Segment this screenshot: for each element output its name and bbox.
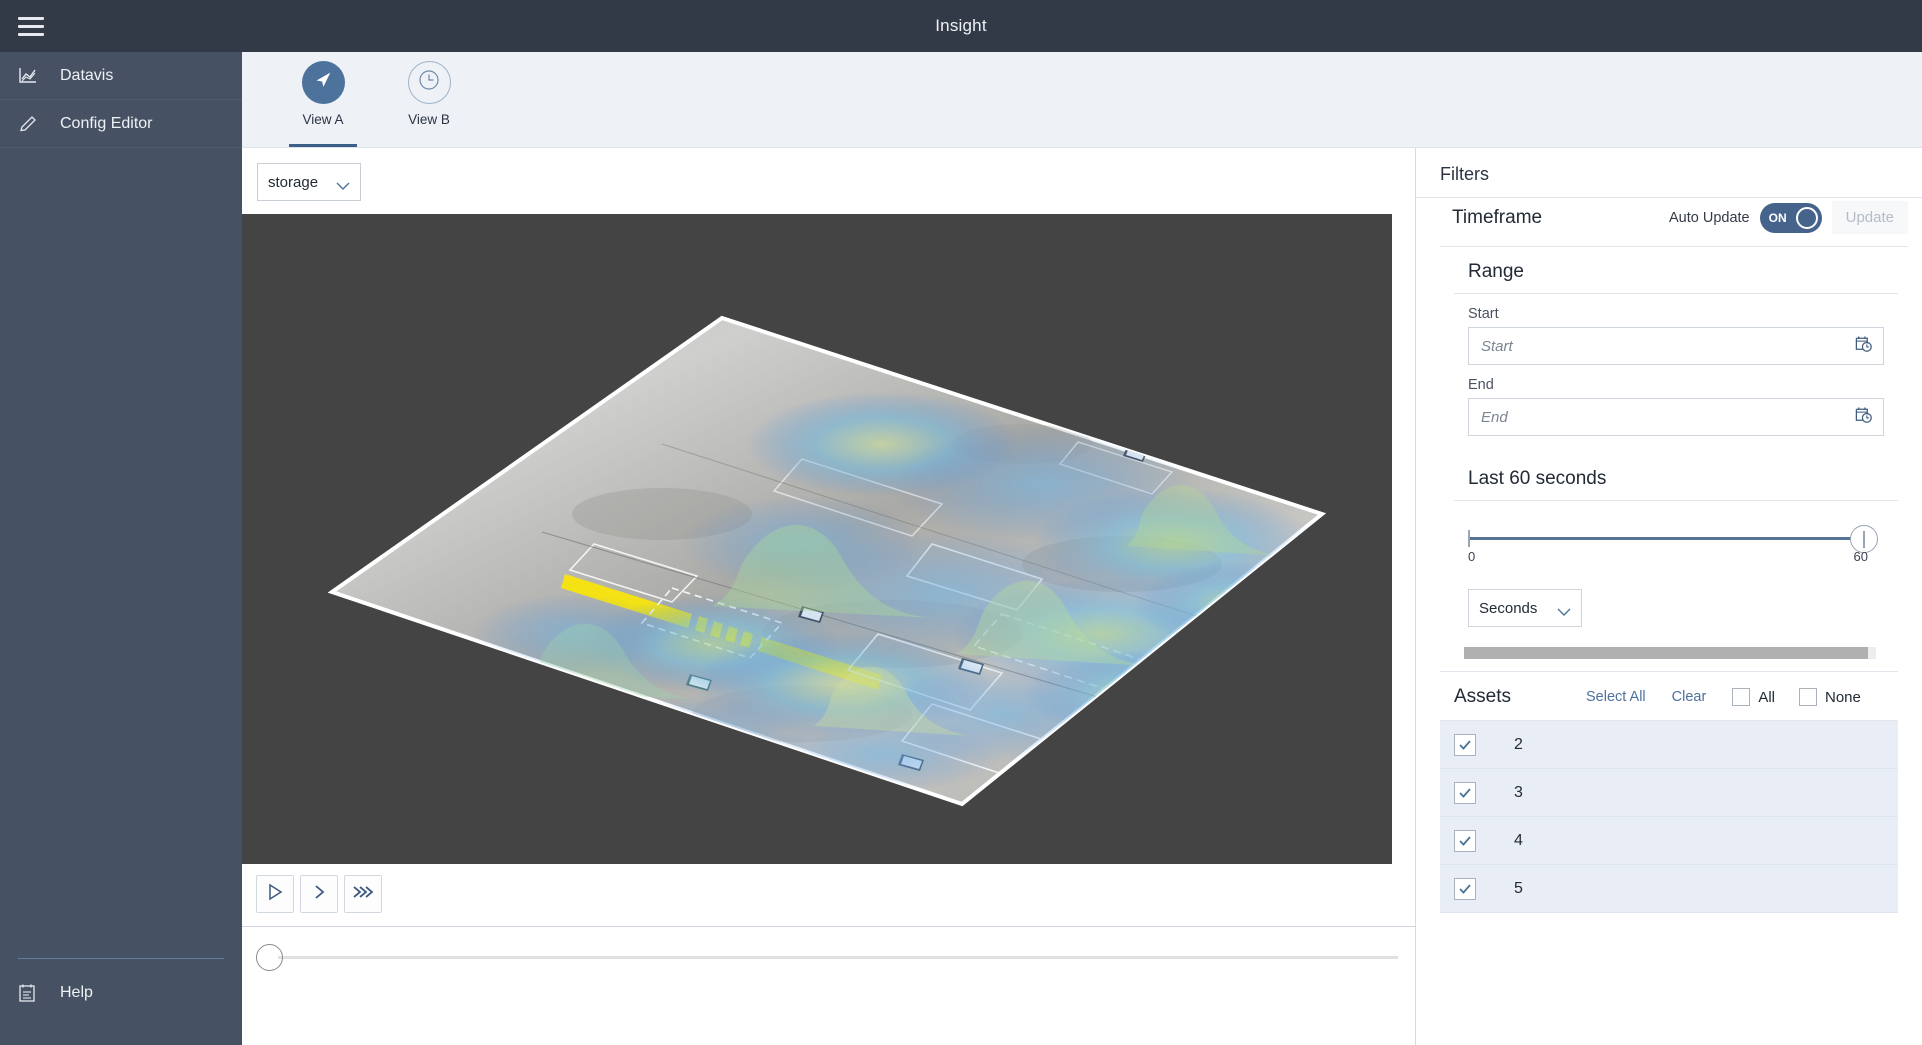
sidebar-item-label: Datavis: [60, 66, 114, 84]
chevron-right-icon: [310, 883, 328, 906]
asset-label: 5: [1514, 879, 1523, 897]
viewport-column: storage: [242, 148, 1416, 1045]
tab-view-a-circle: [301, 61, 345, 104]
unit-select[interactable]: Seconds: [1468, 589, 1582, 627]
slider-max-label: 60: [1853, 549, 1868, 564]
chevron-down-icon: [336, 178, 350, 190]
asset-checkbox[interactable]: [1454, 829, 1476, 852]
hamburger-menu-icon[interactable]: [14, 12, 48, 40]
end-field[interactable]: [1468, 398, 1884, 436]
start-input[interactable]: [1479, 336, 1854, 356]
auto-update-toggle[interactable]: ON: [1759, 202, 1822, 233]
sidebar-item-label: Config Editor: [60, 114, 153, 132]
horizontal-scrollbar[interactable]: [1464, 647, 1876, 659]
scrollbar-thumb[interactable]: [1464, 647, 1868, 659]
duration-slider[interactable]: 0 60: [1468, 523, 1878, 569]
none-checkbox[interactable]: [1798, 688, 1817, 706]
slider-track: [1470, 537, 1868, 540]
asset-checkbox[interactable]: [1454, 877, 1476, 900]
tab-view-b-label: View B: [408, 112, 450, 127]
assets-header: Assets Select All Clear All None: [1440, 671, 1898, 721]
step-forward-button[interactable]: [300, 875, 338, 913]
calendar-clock-icon[interactable]: [1854, 405, 1873, 429]
timeline-slider[interactable]: [242, 926, 1416, 986]
sidebar-item-label: Help: [60, 984, 93, 1001]
sidebar-item-config-editor[interactable]: Config Editor: [0, 100, 242, 148]
playback-controls: [256, 875, 382, 913]
filters-scroll-region: Timeframe Auto Update ON Update Range St…: [1416, 189, 1922, 1045]
clock-icon: [416, 67, 442, 98]
hamburger-line: [18, 24, 44, 28]
asset-checkbox[interactable]: [1454, 781, 1476, 804]
auto-update-toggle-state: ON: [1768, 210, 1787, 225]
source-select-value: storage: [268, 173, 319, 191]
source-select[interactable]: storage: [257, 163, 361, 201]
unit-select-value: Seconds: [1479, 599, 1538, 617]
double-chevron-right-icon: [352, 883, 374, 906]
view-tabs: View A View B: [242, 52, 1922, 148]
timeframe-title: Timeframe: [1452, 206, 1543, 228]
table-row[interactable]: 3: [1440, 769, 1898, 817]
end-input[interactable]: [1479, 407, 1854, 427]
table-row[interactable]: 2: [1440, 721, 1898, 769]
all-label: All: [1758, 688, 1775, 706]
app-title: Insight: [935, 16, 987, 35]
sidebar: Datavis Config Editor Help: [0, 52, 242, 1045]
filters-inner: Timeframe Auto Update ON Update Range St…: [1416, 189, 1922, 913]
clear-button[interactable]: Clear: [1672, 689, 1707, 705]
assets-title: Assets: [1454, 686, 1512, 707]
document-icon: [18, 981, 48, 1005]
main-split: storage Filters Timeframe Auto Update ON…: [242, 148, 1922, 1045]
chevron-down-icon: [1557, 604, 1571, 616]
play-icon: [266, 883, 284, 906]
sidebar-bottom: Help: [0, 958, 242, 1017]
toggle-knob: [1795, 206, 1818, 229]
timeframe-row: Timeframe Auto Update ON Update: [1440, 189, 1908, 247]
hamburger-line: [18, 32, 44, 36]
assets-list: 2 3 4 5: [1440, 721, 1898, 913]
navigation-arrow-icon: [312, 69, 334, 96]
fast-forward-button[interactable]: [344, 875, 382, 913]
tab-view-a-label: View A: [302, 112, 344, 127]
asset-checkbox[interactable]: [1454, 733, 1476, 756]
pencil-icon: [18, 112, 48, 136]
auto-update-label: Auto Update: [1669, 209, 1750, 226]
asset-label: 4: [1514, 831, 1523, 849]
last-duration-title: Last 60 seconds: [1454, 454, 1898, 501]
heatmap-3d-canvas[interactable]: [242, 214, 1392, 864]
timeline-track: [278, 956, 1398, 959]
asset-label: 2: [1514, 735, 1523, 753]
hamburger-line: [18, 16, 44, 20]
end-label: End: [1468, 377, 1494, 393]
tab-view-a[interactable]: View A: [270, 52, 376, 147]
all-checkbox[interactable]: [1732, 688, 1751, 706]
timeline-handle[interactable]: [256, 944, 283, 971]
tab-view-b[interactable]: View B: [376, 52, 482, 147]
update-button[interactable]: Update: [1831, 201, 1908, 234]
table-row[interactable]: 5: [1440, 865, 1898, 913]
table-row[interactable]: 4: [1440, 817, 1898, 865]
line-chart-icon: [18, 64, 48, 88]
select-all-button[interactable]: Select All: [1586, 689, 1646, 705]
none-label: None: [1824, 688, 1861, 706]
range-title: Range: [1454, 247, 1898, 294]
sidebar-item-help[interactable]: Help: [0, 969, 242, 1017]
top-bar: Insight: [0, 0, 1922, 52]
asset-label: 3: [1514, 783, 1523, 801]
tab-view-b-circle: [407, 61, 451, 104]
content-area: View A View B storage Filters Timeframe …: [242, 52, 1922, 1045]
start-label: Start: [1468, 306, 1499, 322]
play-button[interactable]: [256, 875, 294, 913]
calendar-clock-icon[interactable]: [1854, 334, 1873, 358]
start-field[interactable]: [1468, 327, 1884, 365]
slider-min-label: 0: [1468, 549, 1476, 564]
sidebar-divider: [18, 958, 224, 959]
filters-panel: Filters Timeframe Auto Update ON Update …: [1416, 148, 1922, 1045]
sidebar-item-datavis[interactable]: Datavis: [0, 52, 242, 100]
